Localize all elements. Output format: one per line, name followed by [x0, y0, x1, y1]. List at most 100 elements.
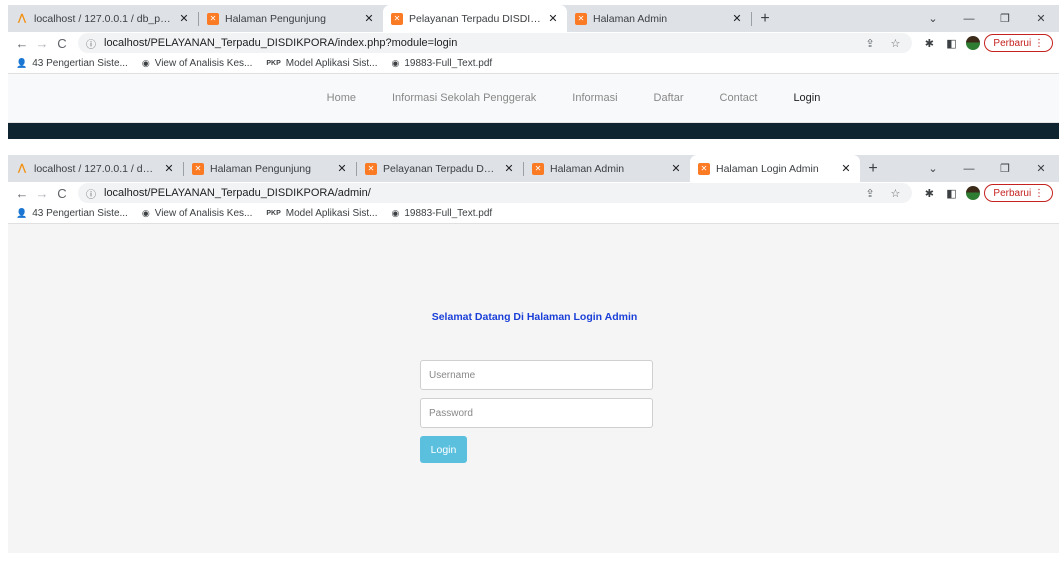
- login-button[interactable]: Login: [420, 436, 467, 463]
- phpmyadmin-icon: ⋀: [17, 13, 27, 24]
- username-input[interactable]: Username: [420, 360, 653, 390]
- back-icon[interactable]: ←: [12, 36, 32, 51]
- url-text: localhost/PELAYANAN_Terpadu_DISDIKPORA/i…: [104, 37, 458, 49]
- xampp-icon: ✕: [532, 162, 544, 175]
- nav-informasi[interactable]: Informasi: [572, 92, 617, 104]
- tab-title: localhost / 127.0.0.1 / db_pelayanan: [34, 12, 172, 25]
- bookmark-item[interactable]: PKP Model Aplikasi Sist...: [266, 208, 377, 219]
- tab-pelayanan-terpadu[interactable]: ✕ Pelayanan Terpadu DISDIKPORA ✕: [383, 5, 567, 32]
- tab-title: Halaman Pengunjung: [210, 162, 311, 175]
- bookmark-item[interactable]: PKP Model Aplikasi Sist...: [266, 58, 377, 69]
- xampp-icon: ✕: [365, 162, 377, 175]
- forward-icon[interactable]: →: [32, 186, 52, 201]
- tab-halaman-admin[interactable]: ✕ Halaman Admin ✕: [524, 155, 690, 182]
- nav-login[interactable]: Login: [793, 92, 820, 104]
- bookmark-item[interactable]: 👤 43 Pengertian Siste...: [16, 208, 128, 219]
- tab-halaman-admin[interactable]: ✕ Halaman Admin ✕: [567, 5, 751, 32]
- reload-icon[interactable]: C: [52, 36, 72, 51]
- tab-halaman-pengunjung[interactable]: ✕ Halaman Pengunjung ✕: [199, 5, 383, 32]
- site-info-icon[interactable]: ⓘ: [86, 186, 96, 201]
- tab-title: localhost / 127.0.0.1 / db_pelayanan: [34, 162, 157, 175]
- login-page: Selamat Datang Di Halaman Login Admin Us…: [8, 224, 1059, 553]
- tab-title: Pelayanan Terpadu DISDIKPORA: [383, 162, 497, 175]
- bookmark-item[interactable]: ◉ View of Analisis Kes...: [142, 58, 253, 69]
- tab-phpmyadmin[interactable]: ⋀ localhost / 127.0.0.1 / db_pelayanan ✕: [8, 5, 198, 32]
- minimize-icon[interactable]: —: [951, 155, 987, 182]
- nav-home[interactable]: Home: [327, 92, 356, 104]
- tab-pelayanan-terpadu[interactable]: ✕ Pelayanan Terpadu DISDIKPORA ✕: [357, 155, 523, 182]
- tab-phpmyadmin[interactable]: ⋀ localhost / 127.0.0.1 / db_pelayanan ✕: [8, 155, 183, 182]
- share-icon[interactable]: ⇪: [865, 37, 874, 50]
- new-tab-button[interactable]: +: [752, 5, 778, 32]
- extensions-icon[interactable]: ✱: [918, 187, 940, 200]
- browser-toolbar: ← → C ⓘ localhost/PELAYANAN_Terpadu_DISD…: [8, 32, 1059, 54]
- reload-icon[interactable]: C: [52, 186, 72, 201]
- close-icon[interactable]: ✕: [670, 162, 682, 175]
- extensions-icon[interactable]: ✱: [918, 37, 940, 50]
- update-label: Perbarui: [993, 187, 1032, 199]
- person-icon: 👤: [16, 208, 28, 218]
- tab-strip: ⋀ localhost / 127.0.0.1 / db_pelayanan ✕…: [8, 155, 1059, 182]
- profile-avatar[interactable]: [966, 186, 981, 200]
- tab-search-icon[interactable]: ⌄: [915, 5, 951, 32]
- globe-icon: ◉: [391, 208, 400, 218]
- xampp-icon: ✕: [192, 162, 204, 175]
- tab-title: Halaman Login Admin: [716, 162, 819, 175]
- bookmark-star-icon[interactable]: ☆: [891, 187, 901, 200]
- close-window-icon[interactable]: ✕: [1023, 155, 1059, 182]
- close-icon[interactable]: ✕: [503, 162, 515, 175]
- globe-icon: ◉: [141, 58, 150, 68]
- tab-strip: ⋀ localhost / 127.0.0.1 / db_pelayanan ✕…: [8, 5, 1059, 32]
- site-info-icon[interactable]: ⓘ: [86, 36, 96, 51]
- side-panel-icon[interactable]: ◧: [940, 37, 962, 50]
- bookmark-item[interactable]: ◉ View of Analisis Kes...: [142, 208, 253, 219]
- address-bar[interactable]: ⓘ localhost/PELAYANAN_Terpadu_DISDIKPORA…: [78, 33, 913, 53]
- url-text: localhost/PELAYANAN_Terpadu_DISDIKPORA/a…: [104, 187, 371, 199]
- back-icon[interactable]: ←: [12, 186, 32, 201]
- nav-contact[interactable]: Contact: [720, 92, 758, 104]
- close-icon[interactable]: ✕: [363, 12, 375, 25]
- tab-search-icon[interactable]: ⌄: [915, 155, 951, 182]
- close-icon[interactable]: ✕: [336, 162, 348, 175]
- page-banner: [8, 123, 1059, 139]
- new-tab-button[interactable]: +: [860, 155, 886, 182]
- update-button[interactable]: Perbarui ⋮: [984, 184, 1053, 202]
- pkp-icon: PKP: [266, 60, 281, 67]
- update-button[interactable]: Perbarui ⋮: [984, 34, 1053, 52]
- minimize-icon[interactable]: —: [951, 5, 987, 32]
- restore-icon[interactable]: ❐: [987, 5, 1023, 32]
- forward-icon[interactable]: →: [32, 36, 52, 51]
- tab-title: Pelayanan Terpadu DISDIKPORA: [409, 12, 541, 25]
- bookmark-item[interactable]: ◉ 19883-Full_Text.pdf: [391, 58, 492, 69]
- pkp-icon: PKP: [266, 210, 281, 217]
- browser-toolbar: ← → C ⓘ localhost/PELAYANAN_Terpadu_DISD…: [8, 182, 1059, 204]
- globe-icon: ◉: [391, 58, 400, 68]
- nav-informasi-sekolah-penggerak[interactable]: Informasi Sekolah Penggerak: [392, 92, 536, 104]
- close-icon[interactable]: ✕: [547, 12, 559, 25]
- tab-halaman-pengunjung[interactable]: ✕ Halaman Pengunjung ✕: [184, 155, 356, 182]
- share-icon[interactable]: ⇪: [865, 187, 874, 200]
- restore-icon[interactable]: ❐: [987, 155, 1023, 182]
- profile-avatar[interactable]: [966, 36, 981, 50]
- close-icon[interactable]: ✕: [840, 162, 852, 175]
- bookmark-star-icon[interactable]: ☆: [891, 37, 901, 50]
- password-input[interactable]: Password: [420, 398, 653, 428]
- nav-daftar[interactable]: Daftar: [654, 92, 684, 104]
- close-icon[interactable]: ✕: [163, 162, 175, 175]
- phpmyadmin-icon: ⋀: [17, 163, 27, 174]
- xampp-icon: ✕: [207, 12, 219, 25]
- bookmark-item[interactable]: 👤 43 Pengertian Siste...: [16, 58, 128, 69]
- close-icon[interactable]: ✕: [178, 12, 190, 25]
- browser-window-front: ⋀ localhost / 127.0.0.1 / db_pelayanan ✕…: [8, 155, 1059, 553]
- close-icon[interactable]: ✕: [731, 12, 743, 25]
- login-title: Selamat Datang Di Halaman Login Admin: [431, 311, 638, 323]
- side-panel-icon[interactable]: ◧: [940, 187, 962, 200]
- update-label: Perbarui: [993, 37, 1032, 49]
- xampp-icon: ✕: [391, 12, 403, 25]
- address-bar[interactable]: ⓘ localhost/PELAYANAN_Terpadu_DISDIKPORA…: [78, 183, 913, 203]
- tab-halaman-login-admin[interactable]: ✕ Halaman Login Admin ✕: [690, 155, 860, 182]
- close-window-icon[interactable]: ✕: [1023, 5, 1059, 32]
- bookmark-item[interactable]: ◉ 19883-Full_Text.pdf: [391, 208, 492, 219]
- globe-icon: ◉: [141, 208, 150, 218]
- bookmarks-bar: 👤 43 Pengertian Siste... ◉ View of Analisi…: [8, 54, 1059, 74]
